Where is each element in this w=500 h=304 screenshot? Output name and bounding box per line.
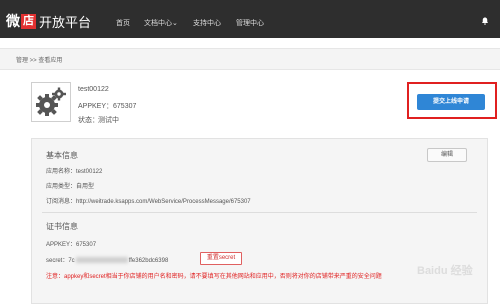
brand-char-dian: 店 — [21, 13, 36, 29]
nav-item-support[interactable]: 支持中心 — [193, 18, 221, 28]
nav-item-docs[interactable]: 文档中心⌄ — [144, 18, 178, 28]
nav-item-manage[interactable]: 管理中心 — [236, 18, 264, 28]
basic-info-title: 基本信息 — [46, 151, 78, 160]
edit-button[interactable]: 编辑 — [427, 148, 467, 162]
gears-icon — [36, 87, 66, 116]
app-name-row: 应用名称：test00122 — [46, 169, 103, 175]
secret-row: secret：7c ffe362bdc6398 — [46, 255, 168, 264]
watermark: Baidu 经验 — [417, 265, 473, 277]
security-notice: 注意：appkey和secret相当于你店铺的用户名和密码，请不要填写在其他网站… — [46, 274, 382, 280]
breadcrumb-text: 管理 >> 查看应用 — [16, 58, 63, 64]
app-name: test00122 — [78, 86, 109, 93]
brand-platform-text: 开放平台 — [39, 14, 92, 30]
secret-redacted — [75, 257, 128, 264]
breadcrumb: 管理 >> 查看应用 — [0, 48, 500, 70]
app-type-row: 应用类型：自用型 — [46, 184, 95, 190]
cert-appkey-row: APPKEY：675307 — [46, 242, 97, 248]
secret-suffix: ffe362bdc6398 — [128, 258, 169, 264]
brand-logo[interactable]: 微 店 开放平台 — [6, 11, 91, 31]
app-status-value: 测试中 — [98, 117, 119, 124]
cert-info-title: 证书信息 — [46, 222, 78, 231]
section-divider — [42, 212, 477, 213]
reset-secret-button[interactable]: 重置secret — [200, 252, 242, 265]
app-key: APPKEY：675307 — [78, 103, 137, 110]
bell-icon[interactable] — [481, 17, 489, 25]
subscribe-url-row: 订阅消息：http://weitrade.ksapps.com/WebServi… — [46, 199, 251, 205]
submit-launch-button[interactable]: 提交上线申请 — [417, 94, 485, 110]
nav-item-home[interactable]: 首页 — [116, 18, 130, 28]
top-nav-bar: 微 店 开放平台 首页 文档中心⌄ 支持中心 管理中心 — [0, 0, 500, 38]
app-status-label: 状态： — [78, 117, 99, 124]
secret-prefix: secret：7c — [46, 258, 75, 264]
brand-char-wei: 微 — [6, 13, 20, 29]
app-logo — [31, 82, 71, 122]
